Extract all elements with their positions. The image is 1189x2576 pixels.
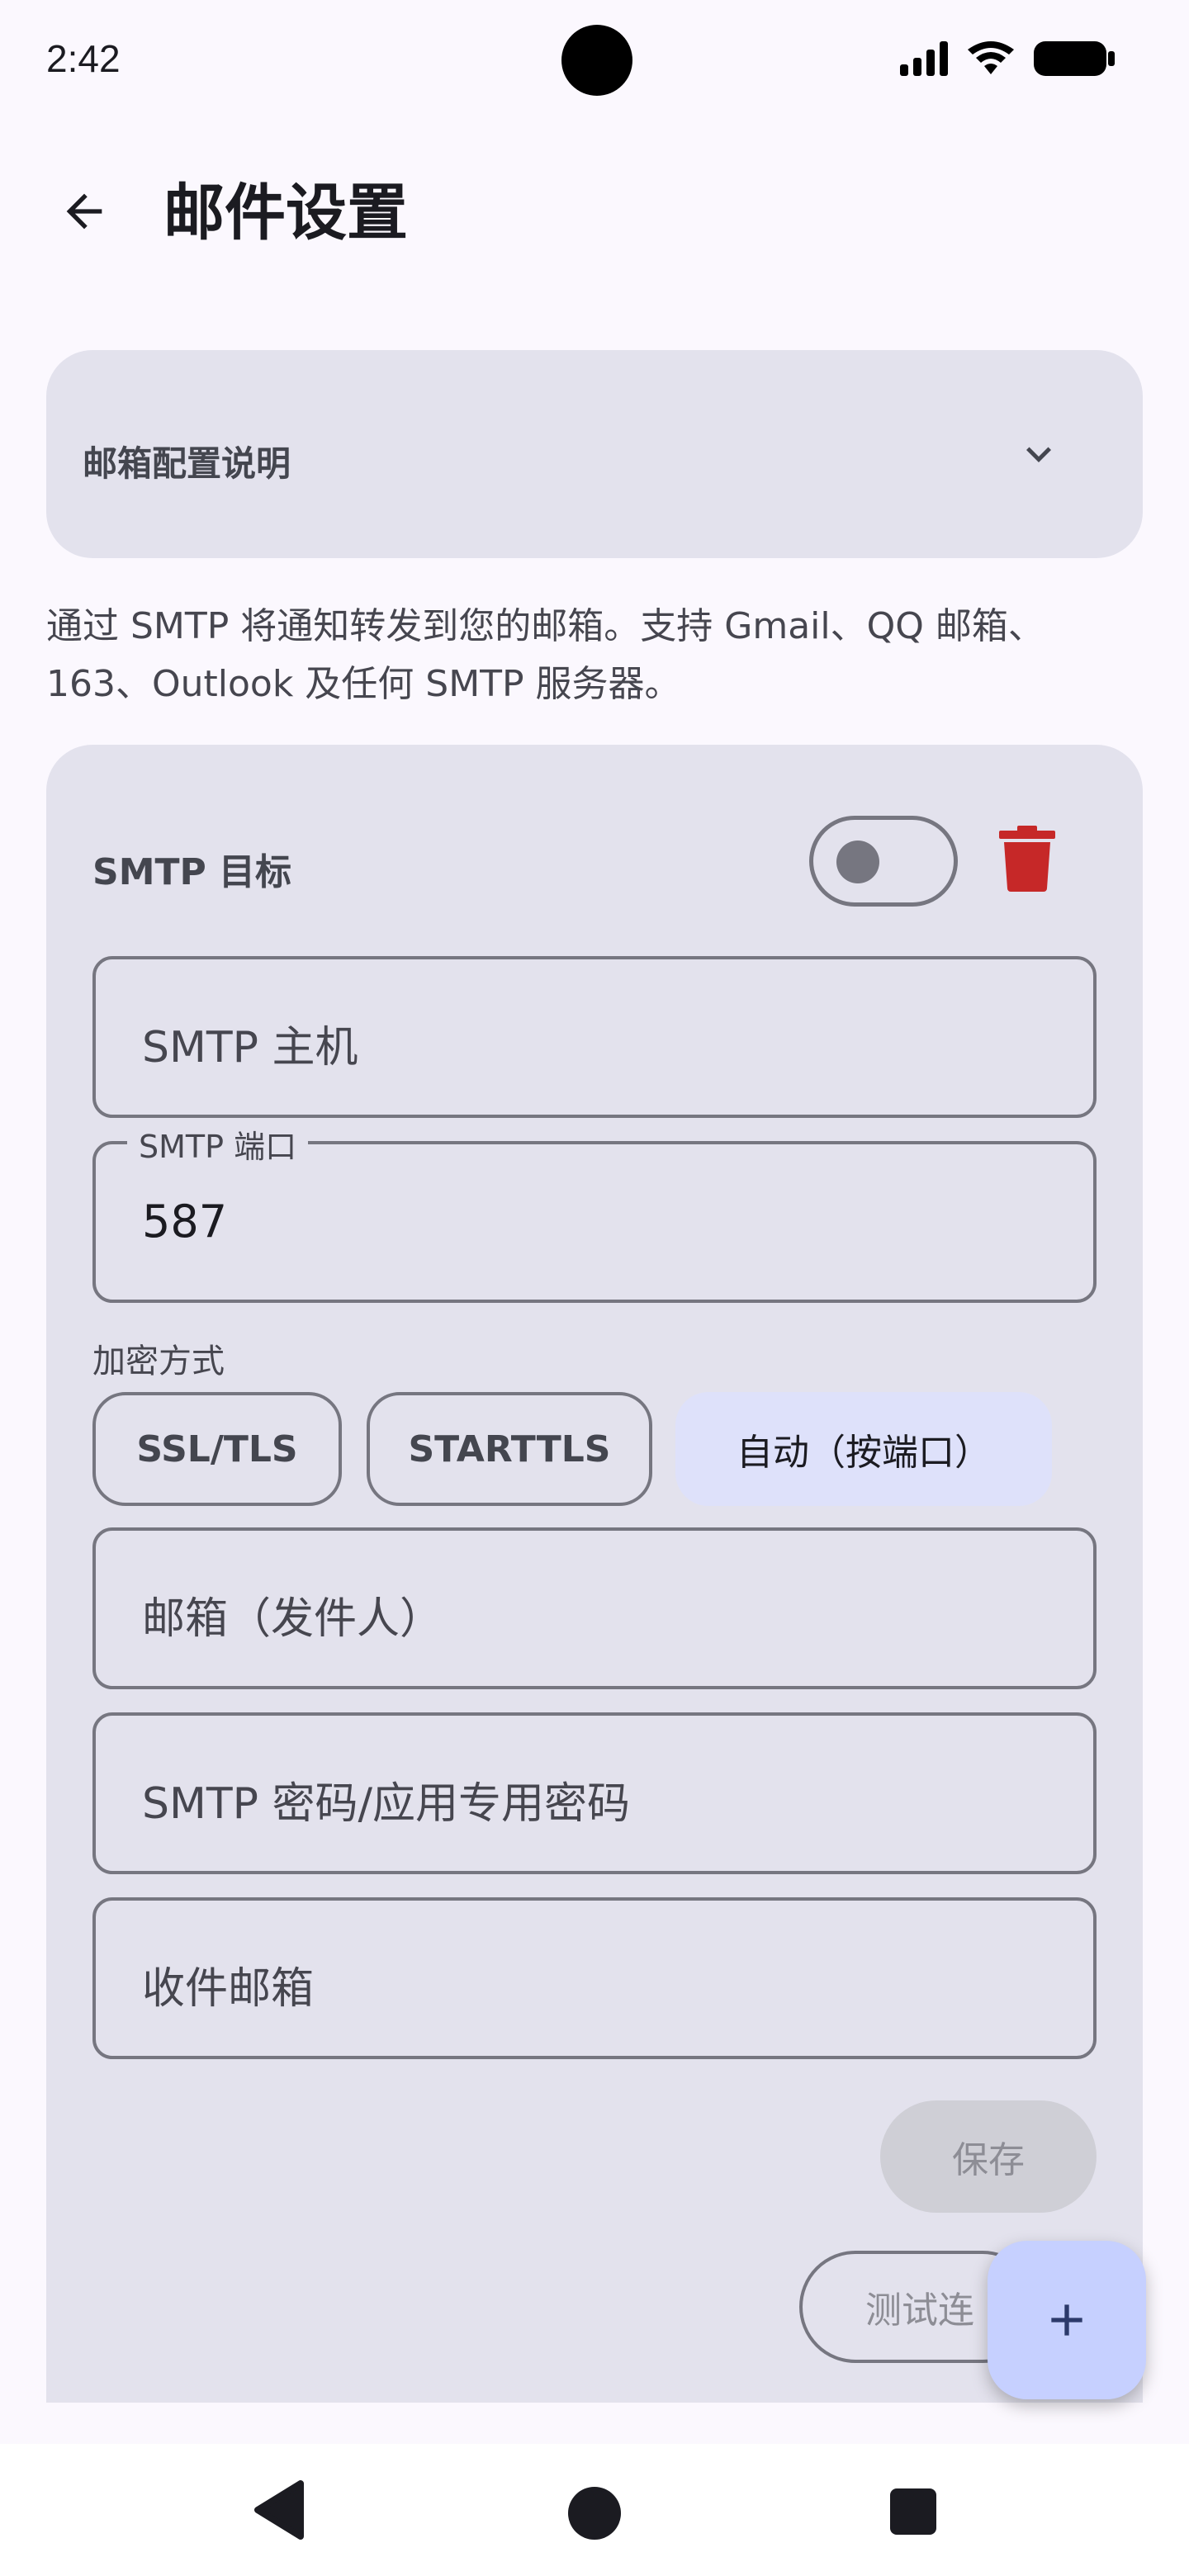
add-target-fab[interactable]	[988, 2241, 1146, 2399]
page-title: 邮件设置	[163, 178, 408, 249]
nav-back-icon[interactable]	[248, 2477, 314, 2543]
smtp-port-label: SMTP 端口	[127, 1121, 309, 1167]
camera-cutout	[561, 25, 632, 96]
target-label: SMTP 目标	[92, 851, 292, 893]
smtp-host-placeholder: SMTP 主机	[142, 1023, 358, 1073]
encryption-label: 加密方式	[92, 1342, 225, 1380]
status-icons	[900, 41, 1115, 76]
trash-icon[interactable]	[999, 826, 1055, 892]
sender-email-field[interactable]: 邮箱（发件人）	[92, 1527, 1097, 1689]
nav-home-icon[interactable]	[568, 2487, 621, 2540]
sender-email-placeholder: 邮箱（发件人）	[142, 1594, 443, 1644]
description-text: 通过 SMTP 将通知转发到您的邮箱。支持 Gmail、QQ 邮箱、163、Ou…	[46, 605, 1045, 705]
recipient-email-placeholder: 收件邮箱	[142, 1964, 315, 2014]
smtp-port-field[interactable]: SMTP 端口 587	[92, 1121, 1097, 1303]
help-card-title: 邮箱配置说明	[83, 443, 291, 484]
chip-starttls[interactable]: STARTTLS	[367, 1392, 652, 1506]
smtp-host-field[interactable]: SMTP 主机	[92, 956, 1097, 1118]
signal-icon	[900, 41, 948, 76]
back-button[interactable]	[43, 170, 126, 253]
nav-recents-icon[interactable]	[890, 2488, 936, 2535]
recipient-email-field[interactable]: 收件邮箱	[92, 1897, 1097, 2059]
status-time: 2:42	[46, 37, 121, 80]
chip-auto[interactable]: 自动（按端口）	[675, 1392, 1052, 1506]
chevron-down-icon[interactable]	[1014, 429, 1063, 479]
plus-icon	[1051, 2304, 1082, 2336]
smtp-port-value: 587	[142, 1196, 228, 1248]
smtp-password-field[interactable]: SMTP 密码/应用专用密码	[92, 1712, 1097, 1874]
toggle-knob	[836, 841, 879, 883]
chip-ssl-tls[interactable]: SSL/TLS	[92, 1392, 342, 1506]
wifi-icon	[968, 41, 1014, 74]
enable-toggle[interactable]	[809, 816, 958, 907]
battery-icon	[1034, 41, 1115, 76]
smtp-password-placeholder: SMTP 密码/应用专用密码	[142, 1779, 631, 1829]
arrow-back-icon	[66, 193, 102, 230]
save-button[interactable]: 保存	[880, 2100, 1097, 2213]
